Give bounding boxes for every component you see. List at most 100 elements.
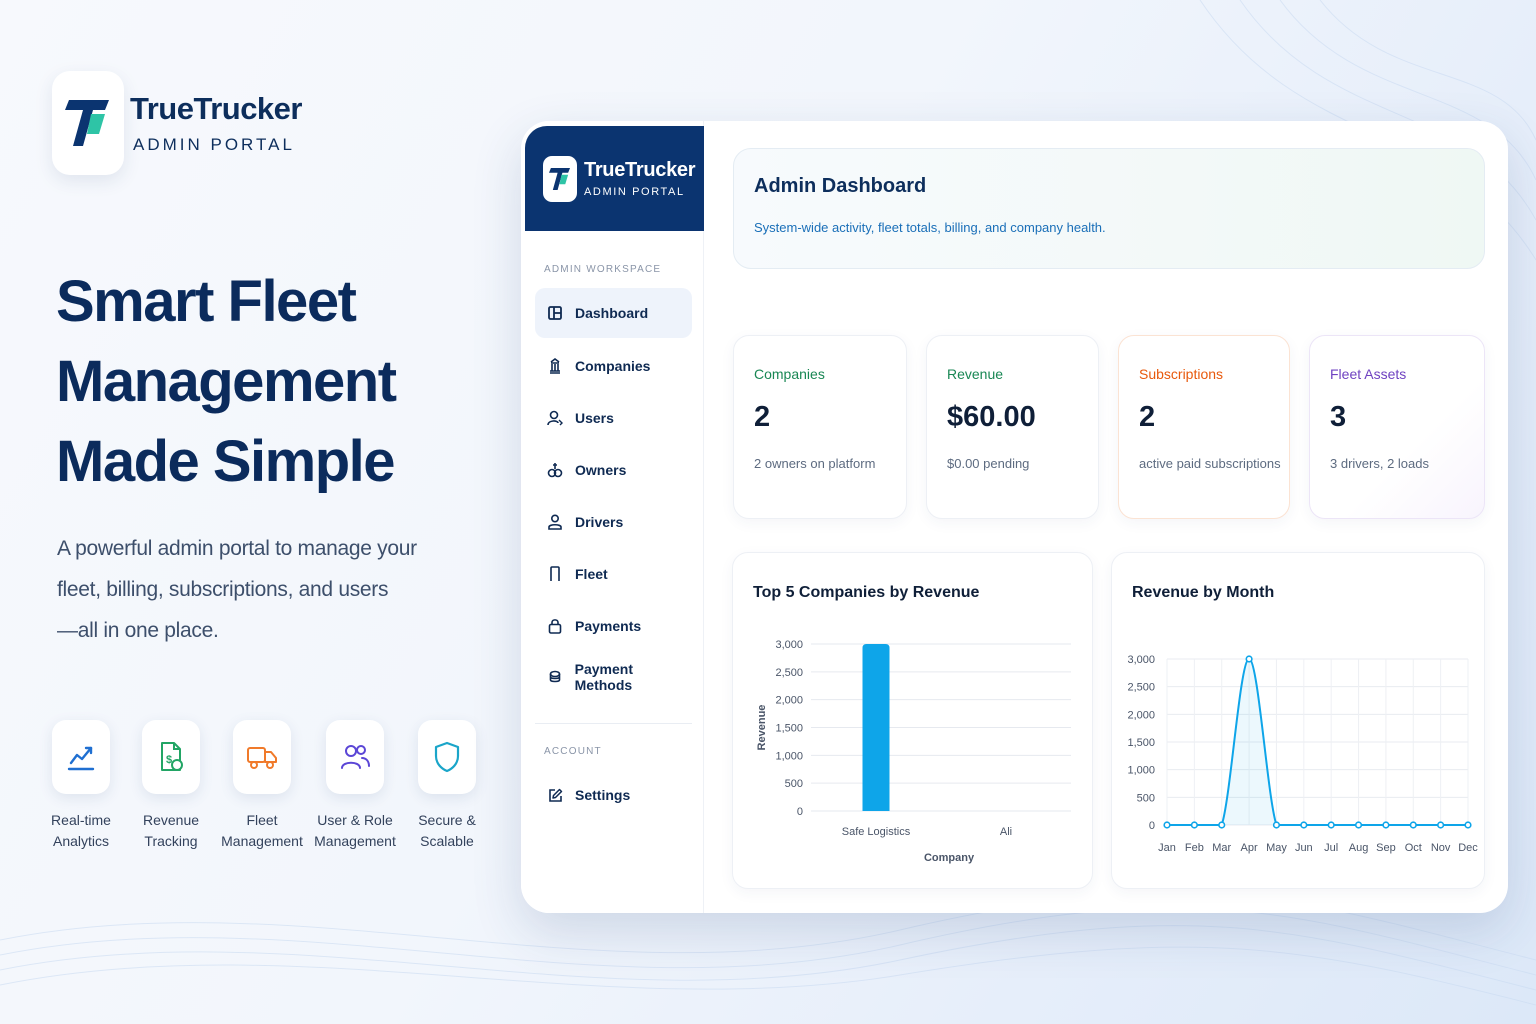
feature-analytics: Real-time Analytics [36, 720, 126, 852]
sidebar-item-companies[interactable]: Companies [535, 341, 692, 391]
line-chart: 0 500 1,000 1,500 2,000 2,500 3,000 Jan Feb Mar Ap… [1127, 654, 1478, 854]
stat-note: $0.00 pending [947, 456, 1030, 471]
data-point [1409, 821, 1417, 829]
truck-icon [247, 747, 277, 769]
sidebar-item-label: Settings [575, 787, 631, 803]
hero-title-line: Smart Fleet [56, 269, 357, 334]
sidebar-brand[interactable]: TrueTrucker ADMIN PORTAL [525, 126, 704, 231]
revenue-document-icon: $ [161, 742, 183, 771]
sidebar-item-users[interactable]: Users [535, 393, 692, 443]
x-tick-label: Nov [1431, 842, 1451, 854]
data-point [1300, 821, 1308, 829]
building-icon [546, 357, 564, 375]
hero-title-line: Made Simple [56, 429, 396, 494]
y-tick-label: 1,000 [1127, 765, 1155, 777]
analytics-chart-icon [67, 746, 95, 771]
x-tick-label: Ali [1000, 826, 1012, 838]
truetrucker-logo-icon [549, 167, 571, 190]
sidebar: TrueTrucker ADMIN PORTAL ADMIN WORKSPACE… [521, 121, 704, 913]
sidebar-item-label: Drivers [575, 514, 624, 530]
sidebar-item-label: Users [575, 410, 614, 426]
sidebar-item-label: Payments [575, 618, 642, 634]
sidebar-item-payment-methods[interactable]: Payment Methods [535, 652, 692, 702]
y-tick-label: 0 [1149, 820, 1155, 832]
data-point [1218, 821, 1226, 829]
brand-header: TrueTrucker ADMIN PORTAL [52, 70, 302, 176]
stat-label: Companies [754, 366, 825, 382]
stat-card-revenue[interactable]: Revenue $60.00 $0.00 pending [926, 335, 1099, 519]
y-tick-label: 0 [797, 806, 803, 818]
data-point [1437, 821, 1445, 829]
y-tick-label: 3,000 [1127, 654, 1155, 666]
fleet-icon [546, 565, 564, 583]
page-subtitle: System-wide activity, fleet totals, bill… [754, 220, 1106, 235]
stat-label: Subscriptions [1139, 366, 1224, 382]
owners-icon [546, 461, 564, 479]
data-point [1190, 821, 1198, 829]
x-tick-label: Apr [1241, 842, 1258, 854]
data-point [1382, 821, 1390, 829]
edit-icon [546, 786, 564, 804]
truetrucker-logo-icon [65, 100, 109, 146]
y-tick-label: 2,500 [775, 667, 803, 679]
sidebar-item-settings[interactable]: Settings [535, 770, 692, 820]
chart-card-top-companies: Top 5 Companies by Revenue 0 500 1,000 1,50… [732, 552, 1093, 889]
x-tick-label: Oct [1405, 842, 1422, 854]
feature-list: Real-time Analytics $ Revenue Tracking F… [40, 720, 490, 860]
data-point [1245, 655, 1253, 663]
y-tick-label: 500 [785, 778, 803, 790]
y-tick-label: 2,000 [775, 695, 803, 707]
stat-card-fleet-assets[interactable]: Fleet Assets 3 3 drivers, 2 loads [1309, 335, 1485, 519]
y-tick-label: 2,500 [1127, 682, 1155, 694]
sidebar-item-payments[interactable]: Payments [535, 601, 692, 651]
x-tick-label: Jul [1324, 842, 1338, 854]
data-point [1272, 821, 1281, 829]
lock-icon [546, 617, 564, 635]
x-tick-label: Aug [1349, 842, 1369, 854]
main-content: Admin Dashboard System-wide activity, fl… [705, 121, 1508, 913]
x-tick-label: Sep [1376, 842, 1396, 854]
hero-description: A powerful admin portal to manage your f… [57, 528, 437, 651]
sidebar-item-label: Owners [575, 462, 627, 478]
hero-title-line: Management [56, 349, 397, 414]
feature-secure: Secure & Scalable [402, 720, 492, 852]
y-tick-label: 500 [1137, 792, 1155, 804]
x-axis-label: Company [924, 852, 975, 864]
stat-value: 2 [1139, 401, 1156, 433]
stat-label: Fleet Assets [1330, 366, 1407, 382]
hero-desc-line: —all in one place. [57, 619, 219, 642]
stat-card-companies[interactable]: Companies 2 2 owners on platform [733, 335, 907, 519]
bar-chart: 0 500 1,000 1,500 2,000 2,500 3,000 Safe Logist… [756, 639, 1071, 864]
stat-value: 3 [1330, 401, 1347, 433]
sidebar-brand-subtitle: ADMIN PORTAL [584, 186, 685, 198]
stat-note: active paid subscriptions [1139, 456, 1281, 471]
nav-section-account: ACCOUNT [544, 746, 602, 757]
stat-label: Revenue [947, 366, 1004, 382]
x-tick-label: Mar [1212, 842, 1231, 854]
stat-card-subscriptions[interactable]: Subscriptions 2 active paid subscription… [1118, 335, 1290, 519]
hero-desc-line: A powerful admin portal to manage your [57, 537, 417, 560]
shield-icon [434, 741, 460, 773]
y-tick-label: 1,500 [775, 723, 803, 735]
y-tick-label: 1,000 [775, 750, 803, 762]
y-axis-label: Revenue [756, 705, 768, 751]
y-tick-label: 2,000 [1127, 709, 1155, 721]
stat-value: 2 [754, 401, 771, 433]
nav-section-workspace: ADMIN WORKSPACE [544, 264, 662, 275]
sidebar-brand-name: TrueTrucker [584, 159, 696, 181]
brand-logo [52, 71, 124, 175]
dashboard-icon [546, 304, 564, 322]
hero-desc-line: fleet, billing, subscriptions, and users [57, 578, 389, 601]
users-icon [341, 745, 370, 769]
sidebar-item-fleet[interactable]: Fleet [535, 549, 692, 599]
sidebar-item-owners[interactable]: Owners [535, 445, 692, 495]
x-tick-label: Jun [1295, 842, 1313, 854]
chart-card-revenue-by-month: Revenue by Month 0 500 1,000 1,500 2,000 2,50… [1111, 552, 1485, 889]
stat-note: 3 drivers, 2 loads [1330, 456, 1429, 471]
driver-icon [546, 513, 564, 531]
sidebar-item-dashboard[interactable]: Dashboard [535, 288, 692, 338]
sidebar-item-drivers[interactable]: Drivers [535, 497, 692, 547]
x-tick-label: Jan [1158, 842, 1176, 854]
sidebar-divider [535, 723, 692, 724]
x-tick-label: Safe Logistics [842, 826, 911, 838]
